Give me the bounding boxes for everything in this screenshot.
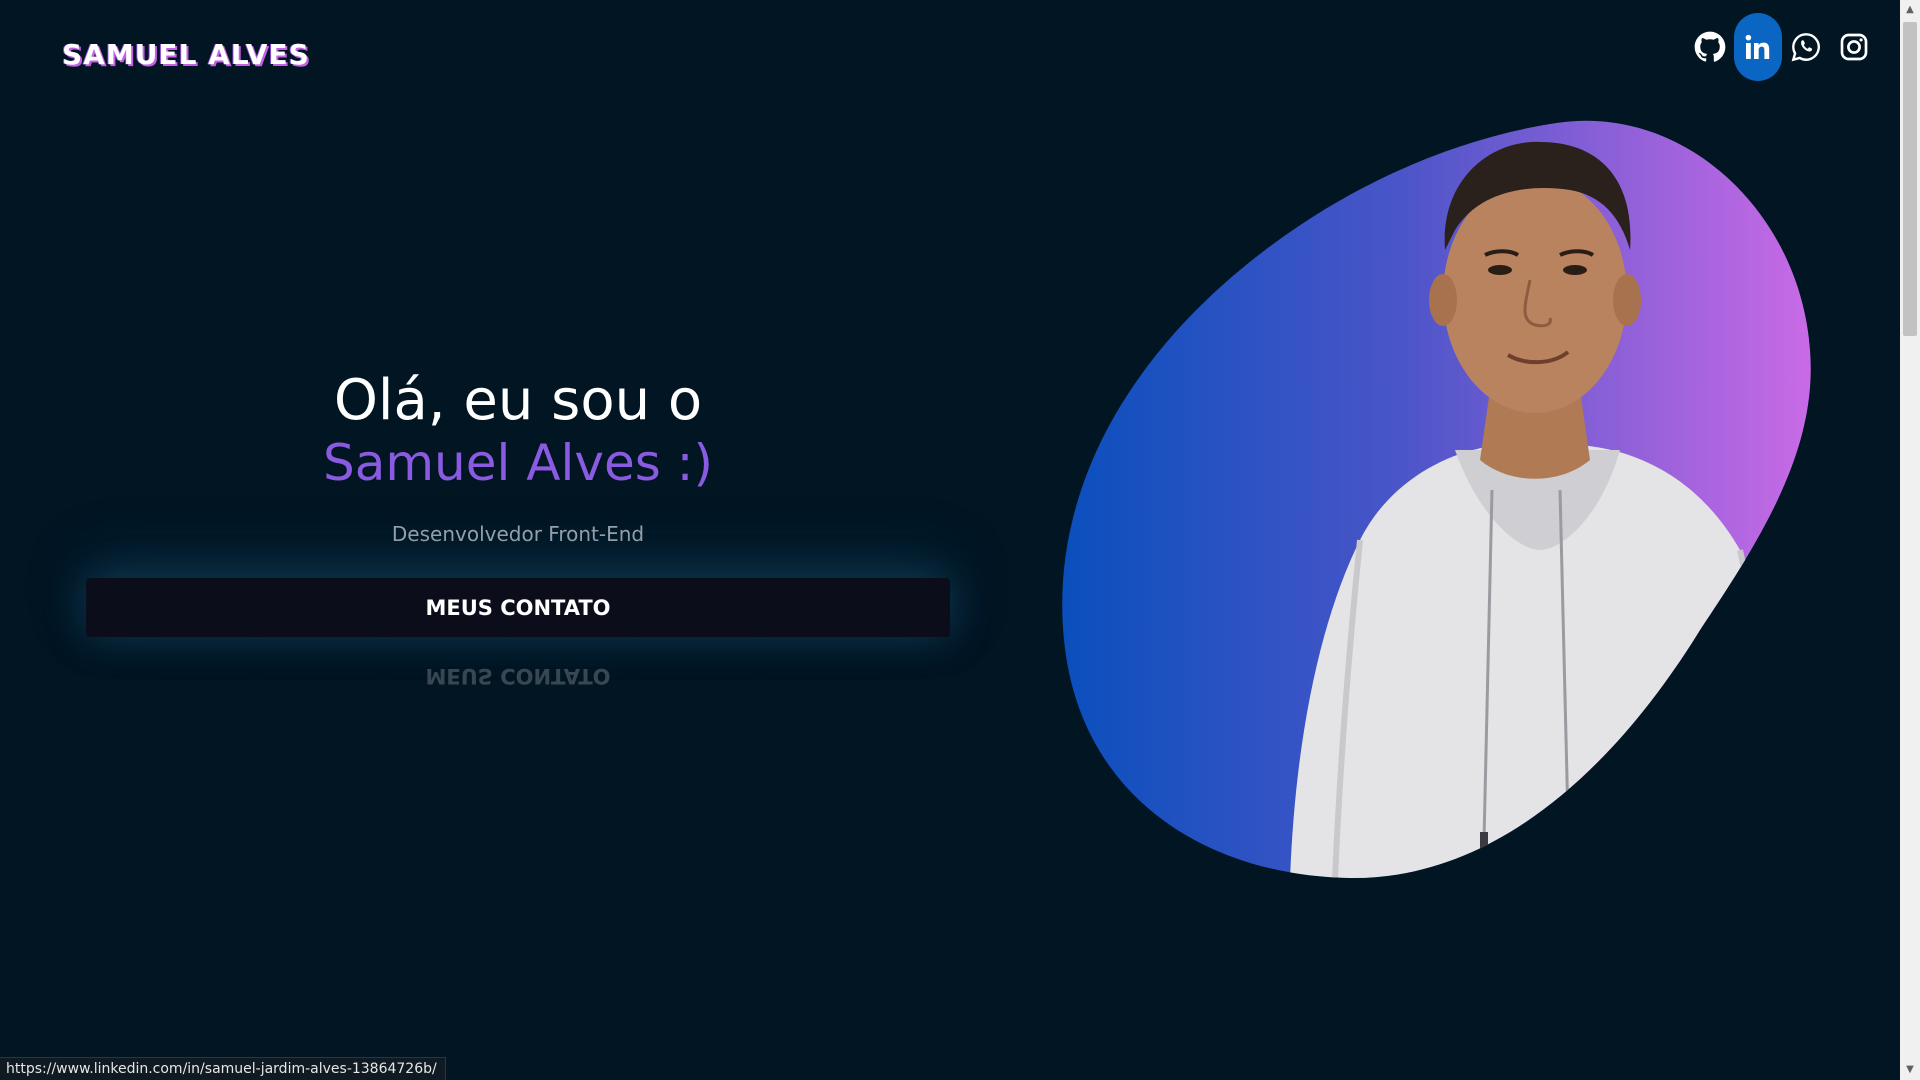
profile-blob: [1062, 120, 1811, 879]
hero-greeting: Olá, eu sou o: [333, 368, 703, 433]
scroll-thumb[interactable]: [1903, 22, 1917, 336]
instagram-link[interactable]: [1830, 13, 1878, 81]
scroll-down-icon[interactable]: ▼: [1900, 1062, 1920, 1078]
scrollbar[interactable]: ▲ ▼: [1900, 0, 1920, 1080]
social-links: [1686, 13, 1878, 81]
github-icon: [1694, 31, 1726, 62]
hero-role: Desenvolvedor Front-End: [391, 522, 645, 546]
contact-button-reflection: MEUS CONTATO: [425, 664, 611, 688]
linkedin-link[interactable]: [1734, 13, 1782, 81]
instagram-icon: [1840, 33, 1868, 61]
portfolio-page: SAMUEL ALVES Olá, eu sou o Samuel Alves …: [0, 0, 1920, 1080]
contact-button[interactable]: MEUS CONTATO: [86, 578, 950, 637]
linkedin-icon: [1745, 34, 1770, 59]
hero-name: Samuel Alves :): [322, 434, 714, 492]
github-link[interactable]: [1686, 13, 1734, 81]
profile-photo: [1060, 120, 1820, 880]
hero-intro: Olá, eu sou o Samuel Alves :) Desenvolve…: [86, 368, 950, 547]
brand-logo[interactable]: SAMUEL ALVES: [62, 38, 310, 71]
whatsapp-icon: [1791, 33, 1820, 62]
status-bar-url: https://www.linkedin.com/in/samuel-jardi…: [0, 1057, 446, 1080]
whatsapp-link[interactable]: [1782, 13, 1830, 81]
scroll-up-icon[interactable]: ▲: [1900, 2, 1920, 18]
